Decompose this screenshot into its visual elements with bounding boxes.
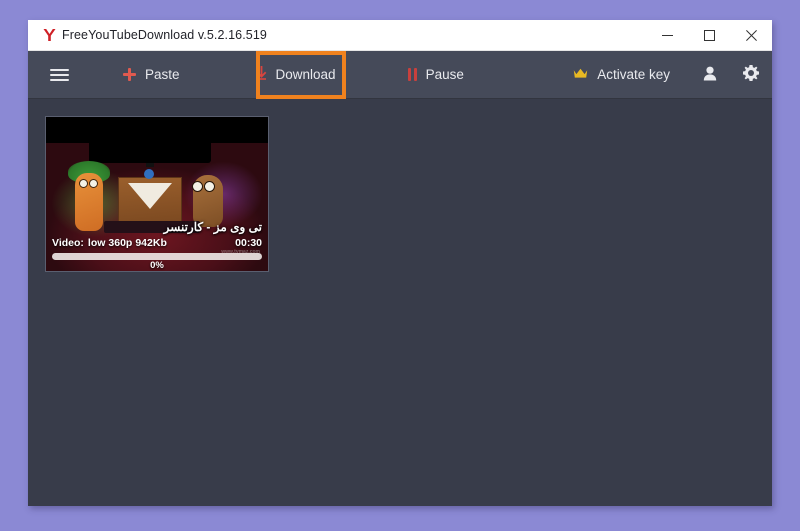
minimize-icon: [661, 34, 673, 36]
title-bar: FreeYouTubeDownload v.5.2.16.519: [28, 20, 772, 51]
carrot-eye-right-shape: [89, 179, 98, 188]
pause-button[interactable]: Pause: [394, 51, 478, 99]
video-duration: 00:30: [235, 237, 262, 249]
download-progress-label: 0%: [150, 260, 164, 271]
app-window: FreeYouTubeDownload v.5.2.16.519 Paste D…: [28, 20, 772, 506]
lamp-shape: [144, 169, 154, 179]
account-button[interactable]: [690, 51, 730, 99]
downloads-list: تی وی مز - کارتنسر www.tvmaz.com Video: l…: [28, 99, 772, 506]
maximize-icon: [703, 29, 715, 41]
y-logo-icon: [36, 28, 62, 42]
download-progress-bar: [52, 253, 262, 260]
carrot-eye-left-shape: [79, 179, 88, 188]
pause-label: Pause: [425, 67, 464, 82]
potato-eye-left-shape: [192, 181, 203, 192]
paste-button[interactable]: Paste: [109, 51, 194, 99]
menu-button[interactable]: [28, 51, 85, 99]
window-title: FreeYouTubeDownload v.5.2.16.519: [62, 28, 267, 42]
pause-icon: [407, 68, 417, 81]
activate-key-button[interactable]: Activate key: [559, 51, 684, 99]
video-title: تی وی مز - کارتنسر: [163, 220, 262, 234]
close-icon: [745, 29, 757, 41]
video-resolution: 360p: [108, 237, 133, 249]
download-label: Download: [275, 67, 336, 82]
download-button[interactable]: Download: [242, 51, 350, 99]
minimize-button[interactable]: [646, 20, 688, 51]
maximize-button[interactable]: [688, 20, 730, 51]
gear-icon: [743, 65, 759, 84]
hamburger-menu-icon: [50, 68, 69, 81]
paste-label: Paste: [145, 67, 180, 82]
crown-icon: [573, 67, 588, 82]
video-meta-left: Video: low 360p 942Kb: [52, 237, 167, 249]
video-size: 942Kb: [135, 237, 167, 249]
video-meta-row: Video: low 360p 942Kb 00:30: [46, 237, 268, 249]
close-button[interactable]: [730, 20, 772, 51]
main-toolbar: Paste Download Pause Activate key: [28, 51, 772, 99]
window-controls: [646, 20, 772, 51]
letterbox-bar: [46, 117, 268, 143]
download-item-card[interactable]: تی وی مز - کارتنسر www.tvmaz.com Video: l…: [45, 116, 269, 272]
activate-key-label: Activate key: [597, 67, 670, 82]
video-label: Video:: [52, 237, 84, 249]
user-icon: [703, 66, 717, 84]
settings-button[interactable]: [730, 51, 772, 99]
plus-icon: [123, 68, 136, 81]
potato-eye-right-shape: [204, 181, 215, 192]
video-quality: low: [87, 237, 106, 249]
tv-screen-shape: [89, 141, 211, 163]
tv-stand-shape: [146, 163, 154, 167]
download-arrow-icon: [256, 66, 267, 83]
